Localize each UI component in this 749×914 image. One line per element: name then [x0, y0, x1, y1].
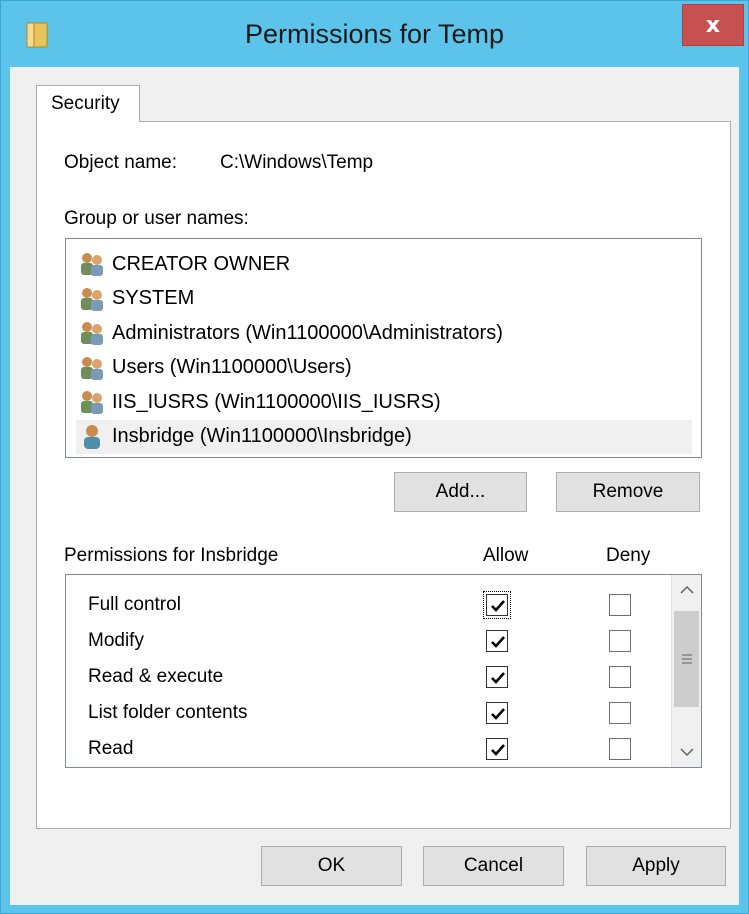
group-names-label: Group or user names:: [64, 208, 249, 229]
permission-name: Full control: [88, 594, 181, 615]
permission-row: Read: [88, 732, 668, 767]
apply-button-label: Apply: [632, 855, 680, 876]
group-list-item[interactable]: SYSTEM: [76, 282, 692, 316]
user-icon: [78, 423, 106, 451]
permission-row: List folder contents: [88, 696, 668, 732]
cancel-button-label: Cancel: [463, 855, 524, 876]
group-list-item-label: Users (Win1100000\Users): [112, 356, 352, 378]
group-list-item[interactable]: Insbridge (Win1100000\Insbridge): [76, 419, 692, 454]
permission-row: Modify: [88, 624, 668, 660]
add-button-label: Add...: [435, 481, 486, 502]
ok-button-label: OK: [317, 855, 346, 876]
group-list-item-label: SYSTEM: [112, 287, 195, 309]
group-list-item[interactable]: CREATOR OWNER: [76, 247, 692, 281]
permission-name: List folder contents: [88, 702, 248, 723]
permission-name: Modify: [88, 630, 144, 651]
allow-checkbox[interactable]: [486, 666, 508, 688]
permission-row: Full control: [88, 588, 668, 624]
scrollbar[interactable]: [671, 575, 701, 767]
deny-checkbox[interactable]: [609, 702, 631, 724]
tab-security[interactable]: Security: [36, 85, 140, 122]
group-list-item[interactable]: Users (Win1100000\Users): [76, 351, 692, 385]
close-icon: x: [705, 12, 721, 38]
scroll-thumb[interactable]: [674, 611, 699, 707]
group-list-item[interactable]: Administrators (Win1100000\Administrator…: [76, 316, 692, 350]
deny-checkbox[interactable]: [609, 666, 631, 688]
object-name-label: Object name:: [64, 152, 177, 173]
title-bar[interactable]: Permissions for Temp x: [1, 1, 748, 67]
ok-button[interactable]: OK: [261, 846, 402, 886]
permission-row: Read & execute: [88, 660, 668, 696]
chevron-up-icon: [679, 585, 694, 594]
permission-name: Read & execute: [88, 666, 224, 687]
add-button[interactable]: Add...: [394, 472, 527, 512]
window-title: Permissions for Temp: [244, 19, 505, 49]
grip-icon: [681, 654, 692, 664]
permission-name: Read: [88, 738, 134, 759]
allow-header: Allow: [483, 545, 529, 566]
allow-checkbox[interactable]: [486, 630, 508, 652]
close-button[interactable]: x: [682, 4, 744, 46]
group-list-item-label: Administrators (Win1100000\Administrator…: [112, 321, 503, 344]
permissions-label: Permissions for Insbridge: [64, 545, 279, 566]
allow-checkbox[interactable]: [486, 738, 508, 760]
deny-checkbox[interactable]: [609, 594, 631, 616]
group-user-list[interactable]: CREATOR OWNER SYSTEM Administrators (Win11…: [65, 238, 702, 458]
apply-button[interactable]: Apply: [586, 846, 726, 886]
group-icon: [78, 285, 106, 313]
deny-checkbox[interactable]: [609, 630, 631, 652]
group-list-item[interactable]: IIS_IUSRS (Win1100000\IIS_IUSRS): [76, 385, 692, 419]
allow-checkbox[interactable]: [483, 591, 511, 619]
allow-checkbox[interactable]: [486, 702, 508, 724]
group-icon: [78, 319, 106, 347]
remove-button[interactable]: Remove: [556, 472, 700, 512]
group-icon: [78, 388, 106, 416]
chevron-down-icon: [679, 748, 694, 757]
dialog-body: Security Object name: C:\Windows\Temp Gr…: [10, 67, 739, 905]
scroll-down-button[interactable]: [672, 737, 701, 767]
scroll-up-button[interactable]: [672, 575, 701, 605]
deny-checkbox[interactable]: [609, 738, 631, 760]
group-list-item-label: Insbridge (Win1100000\Insbridge): [112, 425, 412, 447]
object-name-value: C:\Windows\Temp: [220, 152, 374, 173]
group-list-item-label: CREATOR OWNER: [112, 252, 291, 275]
group-icon: [78, 250, 106, 278]
group-icon: [78, 354, 106, 382]
group-list-item-label: IIS_IUSRS (Win1100000\IIS_IUSRS): [112, 390, 441, 413]
deny-header: Deny: [606, 545, 651, 566]
dialog-window: Permissions for Temp x Security Object n…: [0, 0, 749, 914]
remove-button-label: Remove: [592, 481, 664, 502]
permissions-list[interactable]: Full control Modify Read & execute List fol…: [65, 574, 702, 768]
cancel-button[interactable]: Cancel: [423, 846, 564, 886]
